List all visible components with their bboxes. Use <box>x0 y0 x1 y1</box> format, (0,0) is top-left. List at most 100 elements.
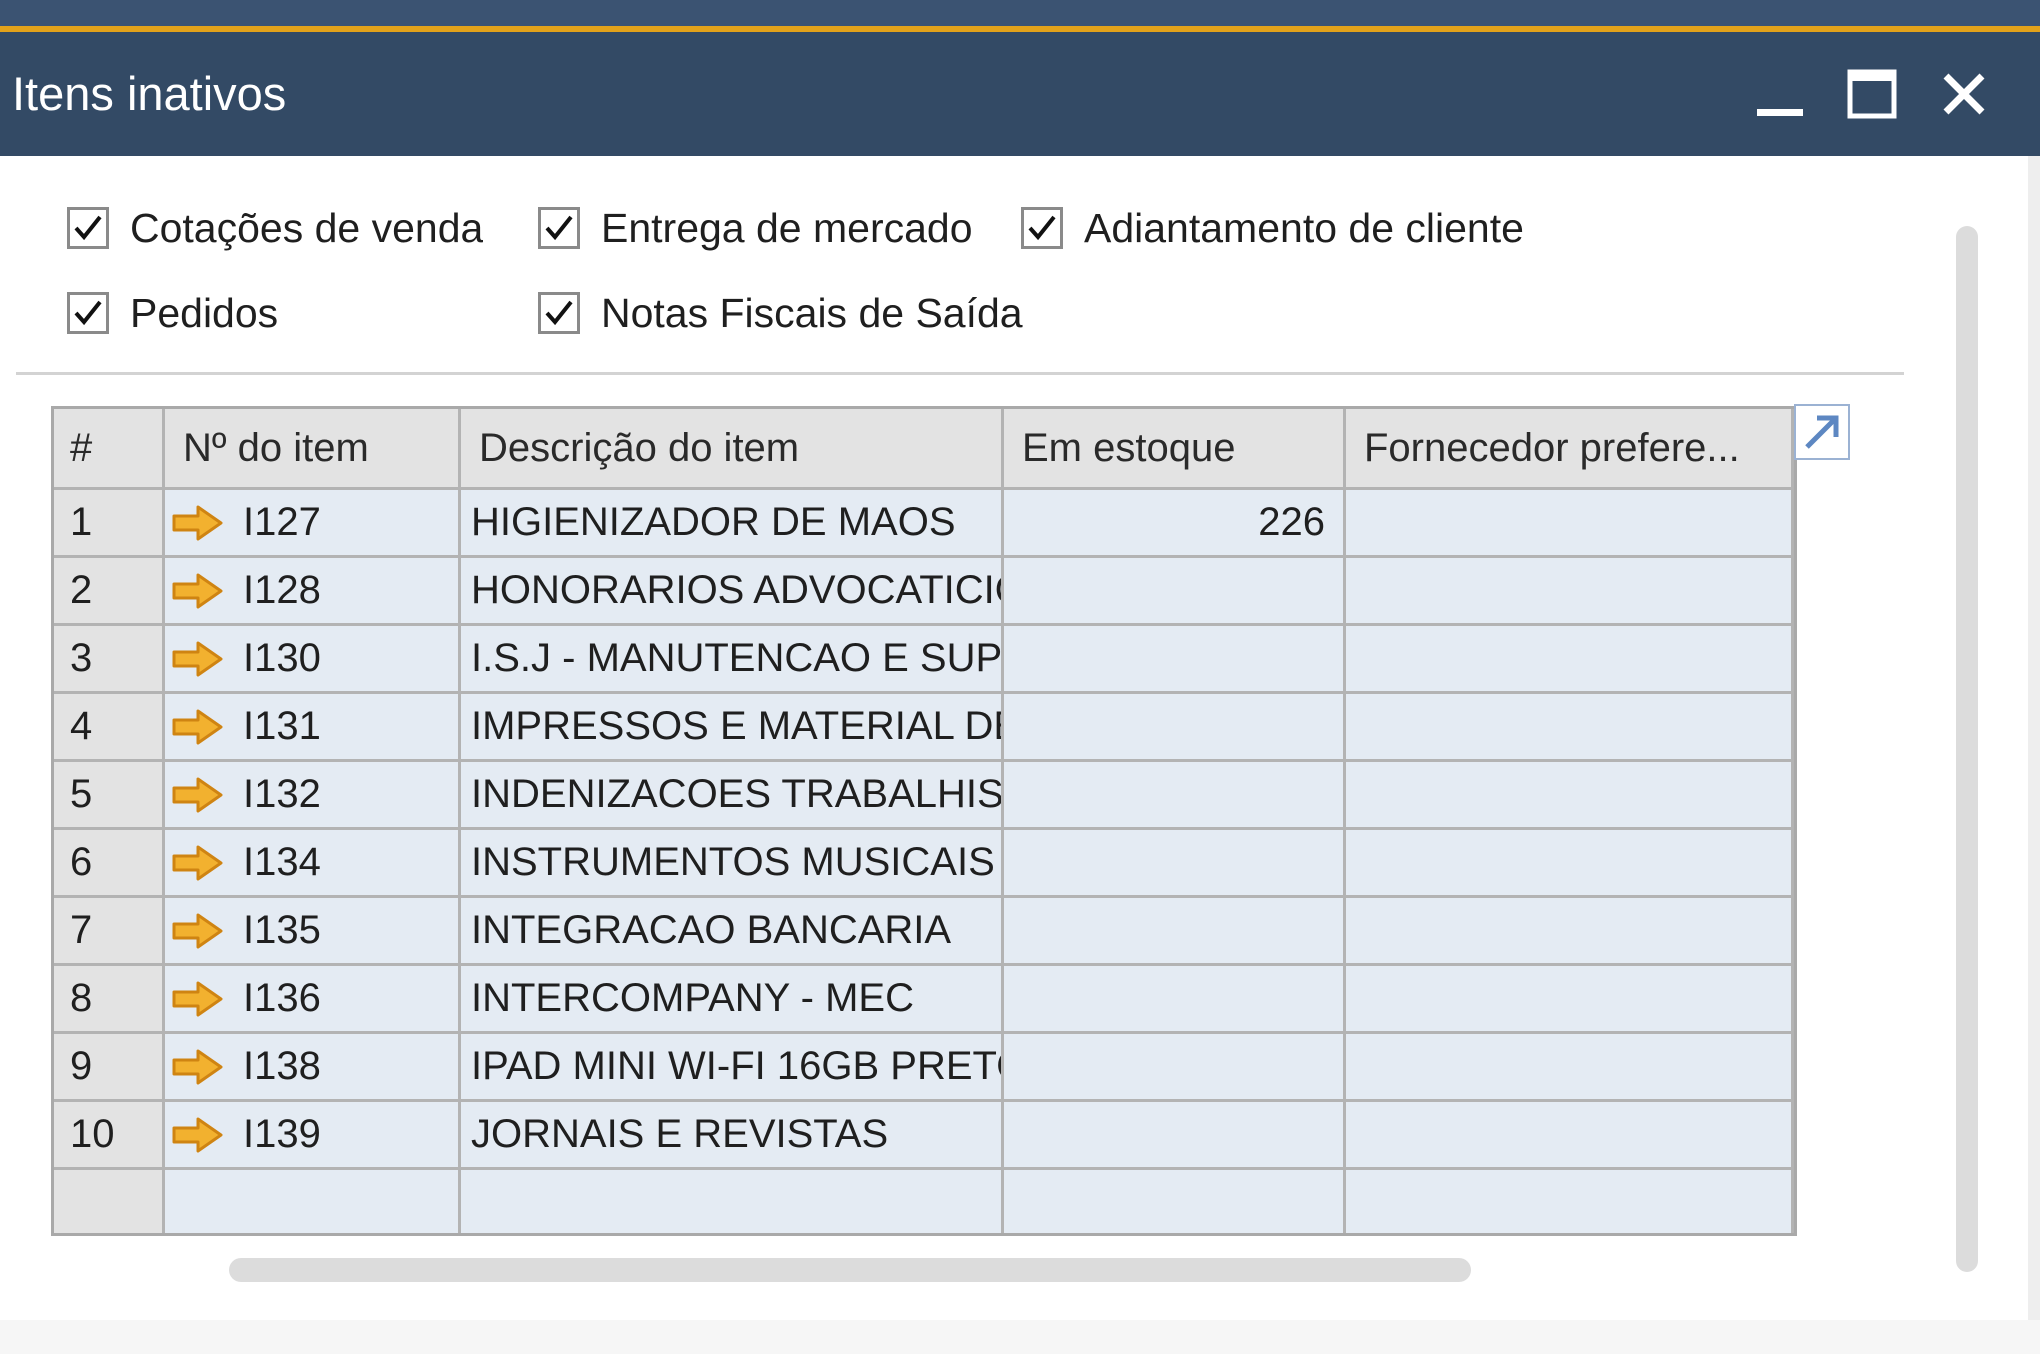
table-row[interactable]: 3 I130 I.S.J - MANUTENCAO E SUPORTE <box>54 626 1794 694</box>
table-row[interactable]: 7 I135 INTEGRACAO BANCARIA <box>54 898 1794 966</box>
preferred-supplier <box>1346 966 1794 1034</box>
item-number: I131 <box>243 704 321 748</box>
link-arrow-icon[interactable] <box>171 1047 225 1087</box>
row-number: 1 <box>54 490 165 558</box>
window-right-edge <box>2028 156 2040 1320</box>
link-arrow-icon[interactable] <box>171 979 225 1019</box>
row-number: 3 <box>54 626 165 694</box>
checkmark-icon <box>545 215 573 241</box>
preferred-supplier <box>1346 762 1794 830</box>
row-number: 8 <box>54 966 165 1034</box>
link-arrow-icon[interactable] <box>171 775 225 815</box>
preferred-supplier <box>1346 1034 1794 1102</box>
filter-outgoing-invoices[interactable]: Notas Fiscais de Saída <box>538 283 1023 343</box>
preferred-supplier <box>1346 1170 1794 1233</box>
checkbox-sales-quotations[interactable] <box>67 207 109 249</box>
row-number: 10 <box>54 1102 165 1170</box>
expand-arrow-icon <box>1805 415 1839 449</box>
expand-button[interactable] <box>1794 404 1850 460</box>
row-number <box>54 1170 165 1233</box>
item-number-cell[interactable]: I131 <box>165 694 461 762</box>
item-number-cell[interactable]: I127 <box>165 490 461 558</box>
table-row[interactable]: 4 I131 IMPRESSOS E MATERIAL DE ESCRITORI… <box>54 694 1794 762</box>
filter-label: Entrega de mercado <box>601 204 973 251</box>
checkbox-customer-advance[interactable] <box>1021 207 1063 249</box>
link-arrow-icon[interactable] <box>171 843 225 883</box>
link-arrow-icon[interactable] <box>171 571 225 611</box>
filter-market-delivery[interactable]: Entrega de mercado <box>538 198 1001 258</box>
maximize-icon <box>1847 69 1897 119</box>
in-stock <box>1004 1034 1346 1102</box>
item-description: INDENIZACOES TRABALHISTAS <box>461 762 1004 830</box>
close-icon <box>1943 73 1985 115</box>
link-arrow-icon[interactable] <box>171 707 225 747</box>
row-number: 2 <box>54 558 165 626</box>
checkbox-outgoing-invoices[interactable] <box>538 292 580 334</box>
window-title: Itens inativos <box>12 67 287 120</box>
item-number-cell[interactable]: I138 <box>165 1034 461 1102</box>
close-button[interactable] <box>1924 54 2004 134</box>
table-row[interactable]: 1 I127 HIGIENIZADOR DE MAOS 226 <box>54 490 1794 558</box>
item-number-cell[interactable]: I130 <box>165 626 461 694</box>
item-number: I135 <box>243 908 321 952</box>
in-stock <box>1004 830 1346 898</box>
app-top-band <box>0 0 2040 26</box>
checkbox-market-delivery[interactable] <box>538 207 580 249</box>
in-stock <box>1004 966 1346 1034</box>
column-header-in-stock[interactable]: Em estoque <box>1004 409 1346 490</box>
separator <box>16 372 1904 375</box>
link-arrow-icon[interactable] <box>171 503 225 543</box>
maximize-button[interactable] <box>1832 54 1912 134</box>
item-number-cell[interactable]: I128 <box>165 558 461 626</box>
item-number: I134 <box>243 840 321 884</box>
row-number: 4 <box>54 694 165 762</box>
filter-customer-advance[interactable]: Adiantamento de cliente <box>1021 198 1524 258</box>
preferred-supplier <box>1346 830 1794 898</box>
table-row[interactable]: 10 I139 JORNAIS E REVISTAS <box>54 1102 1794 1170</box>
column-header-number[interactable]: # <box>54 409 165 490</box>
horizontal-scrollbar[interactable] <box>229 1258 1471 1282</box>
table-row[interactable]: 8 I136 INTERCOMPANY - MEC <box>54 966 1794 1034</box>
filter-sales-quotations[interactable]: Cotações de venda <box>67 198 483 258</box>
link-arrow-icon[interactable] <box>171 639 225 679</box>
item-number-cell[interactable]: I139 <box>165 1102 461 1170</box>
table-row[interactable]: 2 I128 HONORARIOS ADVOCATICIOS <box>54 558 1794 626</box>
table-row[interactable]: 5 I132 INDENIZACOES TRABALHISTAS <box>54 762 1794 830</box>
item-number: I136 <box>243 976 321 1020</box>
item-number: I132 <box>243 772 321 816</box>
in-stock: 226 <box>1004 490 1346 558</box>
checkmark-icon <box>74 215 102 241</box>
in-stock <box>1004 694 1346 762</box>
empty-row[interactable] <box>54 1170 1794 1233</box>
window-titlebar[interactable]: Itens inativos <box>0 32 2040 156</box>
minimize-button[interactable] <box>1740 54 1820 134</box>
item-number-cell[interactable]: I132 <box>165 762 461 830</box>
table-row[interactable]: 6 I134 INSTRUMENTOS MUSICAIS <box>54 830 1794 898</box>
item-number: I130 <box>243 636 321 680</box>
preferred-supplier <box>1346 558 1794 626</box>
checkbox-orders[interactable] <box>67 292 109 334</box>
item-description: I.S.J - MANUTENCAO E SUPORTE <box>461 626 1004 694</box>
item-number-cell[interactable]: I136 <box>165 966 461 1034</box>
vertical-scrollbar[interactable] <box>1956 226 1978 1272</box>
preferred-supplier <box>1346 1102 1794 1170</box>
minimize-icon <box>1757 109 1803 116</box>
filter-label: Adiantamento de cliente <box>1084 204 1524 251</box>
preferred-supplier <box>1346 694 1794 762</box>
column-header-preferred-supplier[interactable]: Fornecedor prefere... <box>1346 409 1794 490</box>
table-row[interactable]: 9 I138 IPAD MINI WI-FI 16GB PRETO <box>54 1034 1794 1102</box>
column-header-item-description[interactable]: Descrição do item <box>461 409 1004 490</box>
item-number-cell[interactable] <box>165 1170 461 1233</box>
filter-orders[interactable]: Pedidos <box>67 283 278 343</box>
item-number-cell[interactable]: I135 <box>165 898 461 966</box>
item-description: JORNAIS E REVISTAS <box>461 1102 1004 1170</box>
item-number-cell[interactable]: I134 <box>165 830 461 898</box>
item-description: INTERCOMPANY - MEC <box>461 966 1004 1034</box>
items-grid[interactable]: # Nº do item Descrição do item Em estoqu… <box>51 406 1797 1236</box>
column-header-item-number[interactable]: Nº do item <box>165 409 461 490</box>
in-stock <box>1004 626 1346 694</box>
link-arrow-icon[interactable] <box>171 1115 225 1155</box>
in-stock <box>1004 558 1346 626</box>
item-description <box>461 1170 1004 1233</box>
link-arrow-icon[interactable] <box>171 911 225 951</box>
